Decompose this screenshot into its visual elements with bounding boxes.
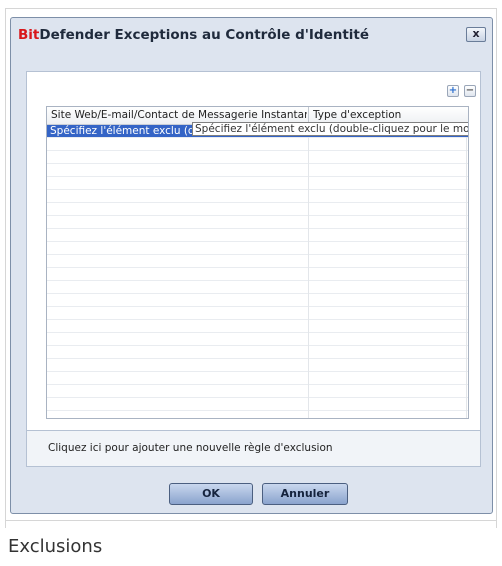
frame-border-top [5,8,497,9]
exceptions-list[interactable]: Site Web/E-mail/Contact de Messagerie In… [46,106,469,419]
exceptions-dialog: BitDefender Exceptions au Contrôle d'Ide… [10,17,493,514]
column-header-site[interactable]: Site Web/E-mail/Contact de Messagerie In… [51,109,307,121]
column-gridline [466,125,467,418]
page-caption: Exclusions [8,536,103,557]
ok-button[interactable]: OK [169,483,253,505]
column-gridline [308,125,309,418]
remove-exception-button[interactable]: − [464,85,476,97]
frame-border-right [496,8,497,528]
tooltip: Spécifiez l'élément exclu (double-clique… [192,122,468,136]
title-bar: BitDefender Exceptions au Contrôle d'Ide… [11,18,492,52]
add-rule-area[interactable]: Cliquez ici pour ajouter une nouvelle rè… [26,431,481,467]
title-text: Defender Exceptions au Contrôle d'Identi… [39,27,370,43]
exceptions-panel: + − Site Web/E-mail/Contact de Messageri… [26,71,481,431]
plus-icon: + [448,85,458,96]
close-button[interactable]: x [466,27,486,42]
column-header-type[interactable]: Type d'exception [313,109,453,121]
frame-border-bottom [5,520,497,521]
close-icon: x [472,27,480,40]
frame-border-left [5,8,6,528]
cancel-button[interactable]: Annuler [262,483,348,505]
add-rule-hint[interactable]: Cliquez ici pour ajouter une nouvelle rè… [48,442,333,454]
list-rows: Spécifiez l'élément exclu (double-clique… [47,125,468,418]
dialog-title: BitDefender Exceptions au Contrôle d'Ide… [18,27,369,43]
add-exception-button[interactable]: + [447,85,459,97]
title-brand: Bit [18,27,40,43]
minus-icon: − [465,85,475,96]
